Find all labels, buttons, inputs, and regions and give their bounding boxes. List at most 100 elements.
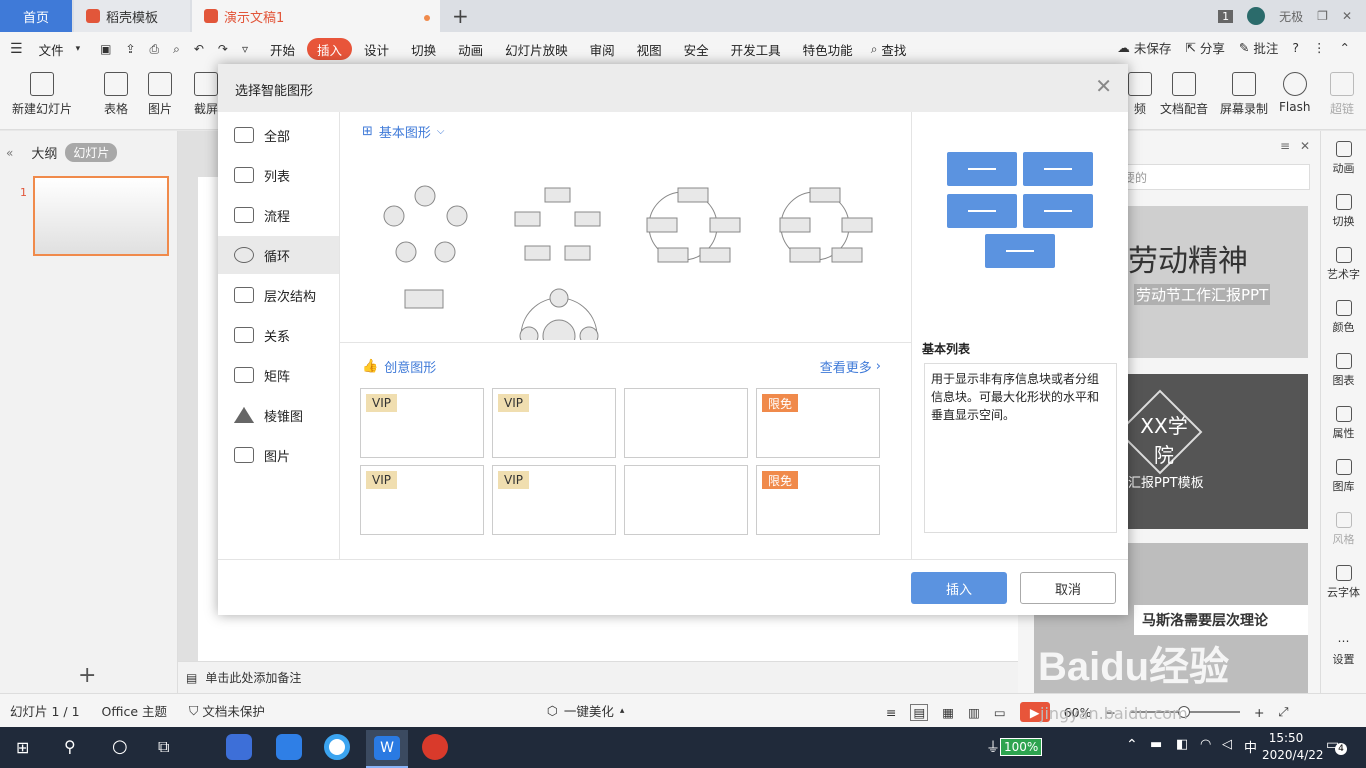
sidebar-transition[interactable]: 切换 <box>1333 194 1355 229</box>
graphic-segmented-cycle[interactable] <box>779 187 873 263</box>
zoom-in-icon[interactable]: + <box>1254 705 1264 720</box>
menu-slideshow[interactable]: 幻灯片放映 <box>495 38 578 60</box>
tab-outline[interactable]: 大纲 <box>31 143 57 162</box>
theme-name[interactable]: Office 主题 <box>102 701 167 720</box>
category-list-item[interactable]: 列表 <box>218 156 339 194</box>
tab-template[interactable]: 稻壳模板 <box>74 0 190 32</box>
reading-view-icon[interactable]: ▥ <box>968 705 980 720</box>
desktop-view-icon[interactable]: ▭ <box>994 705 1006 720</box>
close-dialog-icon[interactable]: ✕ <box>1095 74 1112 98</box>
voiceover-button[interactable]: 文档配音 <box>1160 72 1208 117</box>
sidebar-chart[interactable]: 图表 <box>1333 353 1355 388</box>
new-slide-button[interactable]: 新建幻灯片 <box>12 72 72 117</box>
category-picture[interactable]: 图片 <box>218 436 339 474</box>
tray-security-icon[interactable]: ◧ <box>1176 737 1188 752</box>
battery-indicator[interactable]: 100% <box>1000 738 1043 756</box>
tab-slides[interactable]: 幻灯片 <box>65 143 118 162</box>
creative-graphic-4[interactable]: 限免 <box>756 388 880 458</box>
sidebar-color[interactable]: 颜色 <box>1333 300 1355 335</box>
fit-window-icon[interactable]: ⤢ <box>1279 704 1289 720</box>
menu-file[interactable]: 文件 <box>29 38 74 60</box>
cancel-button[interactable]: 取消 <box>1020 572 1116 604</box>
comment-button[interactable]: 批注 <box>1253 38 1278 57</box>
panel-menu-icon[interactable]: ≡ <box>1280 139 1290 153</box>
preview-icon[interactable]: ⌕ <box>173 42 180 57</box>
tab-document[interactable]: 演示文稿1 <box>192 0 440 32</box>
normal-view-icon[interactable]: ▤ <box>910 703 929 721</box>
notes-placeholder[interactable]: 单击此处添加备注 <box>205 669 301 686</box>
table-button[interactable]: 表格 <box>104 72 128 117</box>
creative-graphic-7[interactable] <box>624 465 748 535</box>
graphic-radial-cycle[interactable] <box>519 288 599 340</box>
app-icon-assistant[interactable] <box>226 734 252 760</box>
tray-expand-icon[interactable]: ⌃ <box>1126 737 1138 753</box>
menu-features[interactable]: 特色功能 <box>793 38 863 60</box>
menu-start[interactable]: 开始 <box>260 38 305 60</box>
graphic-text-cycle[interactable] <box>514 187 601 261</box>
category-matrix[interactable]: 矩阵 <box>218 356 339 394</box>
menu-review[interactable]: 审阅 <box>580 38 625 60</box>
beautify-button[interactable]: ⬡ 一键美化 ▴ <box>547 701 624 720</box>
creative-graphic-1[interactable]: VIP <box>360 388 484 458</box>
print-icon[interactable]: ⎙ <box>150 42 160 57</box>
creative-graphic-5[interactable]: VIP <box>360 465 484 535</box>
app-icon-party[interactable] <box>422 734 448 760</box>
creative-graphic-3[interactable] <box>624 388 748 458</box>
menu-design[interactable]: 设计 <box>354 38 399 60</box>
app-icon-browser[interactable] <box>324 734 350 760</box>
unsaved-status[interactable]: 未保存 <box>1134 38 1172 57</box>
sidebar-animation[interactable]: 动画 <box>1333 141 1355 176</box>
menu-view[interactable]: 视图 <box>627 38 672 60</box>
plug-icon[interactable]: ⏚ <box>986 737 1000 757</box>
collapse-ribbon-icon[interactable]: ⌃ <box>1340 40 1350 55</box>
app-icon-shield[interactable] <box>276 734 302 760</box>
volume-icon[interactable]: ◁ <box>1222 737 1232 752</box>
category-hierarchy[interactable]: 层次结构 <box>218 276 339 314</box>
template-card-college[interactable]: XX学院 毕业汇报PPT模板 <box>1098 374 1308 529</box>
add-slide-icon[interactable]: + <box>78 663 96 688</box>
graphic-basic-cycle[interactable] <box>383 185 468 263</box>
image-button[interactable]: 图片 <box>148 72 172 117</box>
ime-icon[interactable]: 中 <box>1244 737 1257 756</box>
tab-home[interactable]: 首页 <box>0 0 72 32</box>
export-icon[interactable]: ⇪ <box>125 42 135 56</box>
app-icon-wps-active[interactable]: W <box>366 730 408 768</box>
slide-thumbnail[interactable] <box>33 176 169 256</box>
screenshot-button[interactable]: 截屏 <box>194 72 218 117</box>
redo-icon[interactable]: ↷ <box>218 42 228 56</box>
category-relationship[interactable]: 关系 <box>218 316 339 354</box>
menu-devtools[interactable]: 开发工具 <box>721 38 791 60</box>
clock[interactable]: 15:50 2020/4/22 <box>1262 730 1324 764</box>
template-card-labor[interactable]: 劳动精神 劳动节工作汇报PPT <box>1098 206 1308 358</box>
graphic-block-cycle[interactable] <box>646 187 741 263</box>
notification-icon[interactable]: ▭ 4 <box>1326 737 1347 755</box>
notes-view-icon[interactable]: ≡ <box>886 705 896 720</box>
see-more-link[interactable]: 查看更多 › <box>820 357 881 376</box>
sidebar-gallery[interactable]: 图库 <box>1333 459 1355 494</box>
category-all[interactable]: 全部 <box>218 116 339 154</box>
cortana-icon[interactable]: ○ <box>112 736 128 757</box>
menu-search[interactable]: 查找 <box>879 38 916 60</box>
close-panel-icon[interactable]: ✕ <box>1300 139 1310 153</box>
creative-graphic-2[interactable]: VIP <box>492 388 616 458</box>
windows-start-icon[interactable]: ⊞ <box>16 738 29 757</box>
menu-animation[interactable]: 动画 <box>448 38 493 60</box>
more-options-icon[interactable]: ⋮ <box>1313 40 1326 55</box>
creative-graphic-6[interactable]: VIP <box>492 465 616 535</box>
share-button[interactable]: 分享 <box>1200 38 1225 57</box>
document-protection[interactable]: ⛉ 文档未保护 <box>189 701 265 720</box>
sorter-view-icon[interactable]: ▦ <box>942 705 954 720</box>
menu-insert[interactable]: 插入 <box>307 38 353 60</box>
basic-section-header[interactable]: ⊞ 基本图形 ⌵ <box>362 122 445 141</box>
insert-button[interactable]: 插入 <box>911 572 1007 604</box>
screen-record-button[interactable]: 屏幕录制 <box>1220 72 1268 117</box>
task-view-icon[interactable]: ⧉ <box>158 737 169 757</box>
sidebar-settings[interactable]: ⋯ 设置 <box>1333 634 1355 667</box>
hamburger-icon[interactable]: ☰ <box>10 41 27 57</box>
restore-icon[interactable]: ❐ <box>1317 9 1328 23</box>
close-window-icon[interactable]: ✕ <box>1342 9 1352 23</box>
add-tab-icon[interactable]: + <box>452 4 469 28</box>
notes-bar[interactable]: ▤ 单击此处添加备注 <box>178 661 1018 693</box>
flash-button[interactable]: Flash <box>1279 72 1310 114</box>
sidebar-wordart[interactable]: 艺术字 <box>1327 247 1360 282</box>
